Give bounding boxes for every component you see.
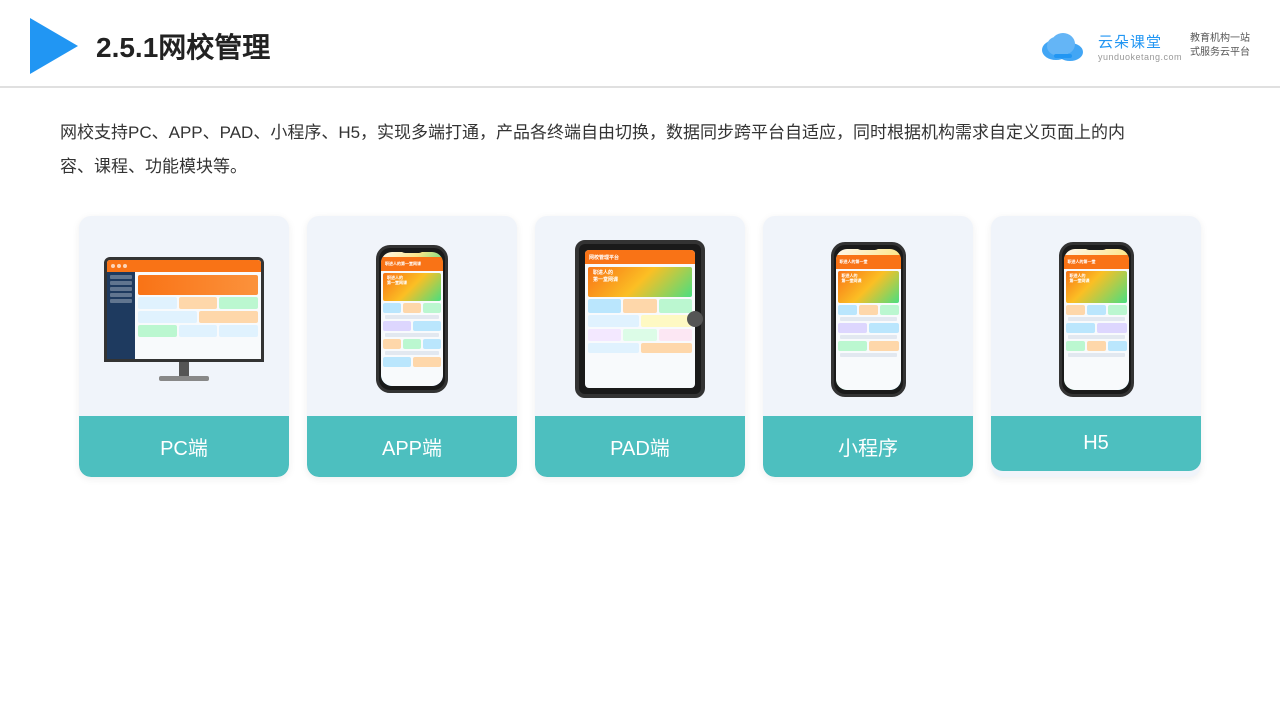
pc-mockup bbox=[104, 257, 264, 381]
device-cards-row: PC端 职进人的第一堂网课 职进人的第一堂网课 bbox=[60, 216, 1220, 477]
pc-image-area bbox=[79, 216, 289, 416]
app-image-area: 职进人的第一堂网课 职进人的第一堂网课 bbox=[307, 216, 517, 416]
miniapp-label: 小程序 bbox=[763, 416, 973, 477]
header-right: 云朵课堂 yunduoketang.com 教育机构一站 式服务云平台 bbox=[1036, 28, 1250, 64]
pad-card: 网校管理平台 职进人的第一堂网课 bbox=[535, 216, 745, 477]
brand-text: 云朵课堂 yunduoketang.com bbox=[1098, 31, 1182, 62]
brand-domain: yunduoketang.com bbox=[1098, 52, 1182, 62]
header-left: 2.5.1网校管理 bbox=[30, 18, 270, 74]
pc-card: PC端 bbox=[79, 216, 289, 477]
brand-name: 云朵课堂 bbox=[1098, 31, 1162, 52]
app-card: 职进人的第一堂网课 职进人的第一堂网课 bbox=[307, 216, 517, 477]
pad-mockup: 网校管理平台 职进人的第一堂网课 bbox=[575, 240, 705, 398]
brand-slogan: 教育机构一站 式服务云平台 bbox=[1190, 32, 1250, 60]
phone-mockup-miniapp: 职进人的第一堂 职进人的第一堂网课 bbox=[831, 242, 906, 397]
phone-notch bbox=[400, 248, 424, 253]
phone-notch-mini bbox=[856, 245, 880, 250]
app-label: APP端 bbox=[307, 416, 517, 477]
miniapp-image-area: 职进人的第一堂 职进人的第一堂网课 bbox=[763, 216, 973, 416]
h5-card: 职进人的第一堂 职进人的第一堂网课 bbox=[991, 216, 1201, 477]
pc-screen bbox=[107, 260, 261, 359]
phone-notch-h5 bbox=[1084, 245, 1108, 250]
phone-screen-h5: 职进人的第一堂 职进人的第一堂网课 bbox=[1064, 249, 1129, 390]
h5-image-area: 职进人的第一堂 职进人的第一堂网课 bbox=[991, 216, 1201, 416]
phone-screen-app: 职进人的第一堂网课 职进人的第一堂网课 bbox=[381, 252, 443, 386]
pad-label: PAD端 bbox=[535, 416, 745, 477]
phone-mockup-h5: 职进人的第一堂 职进人的第一堂网课 bbox=[1059, 242, 1134, 397]
pc-label: PC端 bbox=[79, 416, 289, 477]
header: 2.5.1网校管理 云朵课堂 yunduoketang.com 教育机构一站 式… bbox=[0, 0, 1280, 88]
cloud-logo: 云朵课堂 yunduoketang.com 教育机构一站 式服务云平台 bbox=[1036, 28, 1250, 64]
phone-screen-miniapp: 职进人的第一堂 职进人的第一堂网课 bbox=[836, 249, 901, 390]
logo-triangle-icon bbox=[30, 18, 78, 74]
description-text: 网校支持PC、APP、PAD、小程序、H5，实现多端打通，产品各终端自由切换，数… bbox=[60, 116, 1140, 184]
pad-screen: 网校管理平台 职进人的第一堂网课 bbox=[585, 250, 695, 388]
miniapp-card: 职进人的第一堂 职进人的第一堂网课 bbox=[763, 216, 973, 477]
pc-monitor bbox=[104, 257, 264, 362]
phone-mockup-app: 职进人的第一堂网课 职进人的第一堂网课 bbox=[376, 245, 448, 393]
h5-label: H5 bbox=[991, 416, 1201, 471]
page-title: 2.5.1网校管理 bbox=[96, 26, 270, 66]
cloud-icon bbox=[1036, 28, 1090, 64]
pad-image-area: 网校管理平台 职进人的第一堂网课 bbox=[535, 216, 745, 416]
main-content: 网校支持PC、APP、PAD、小程序、H5，实现多端打通，产品各终端自由切换，数… bbox=[0, 88, 1280, 497]
